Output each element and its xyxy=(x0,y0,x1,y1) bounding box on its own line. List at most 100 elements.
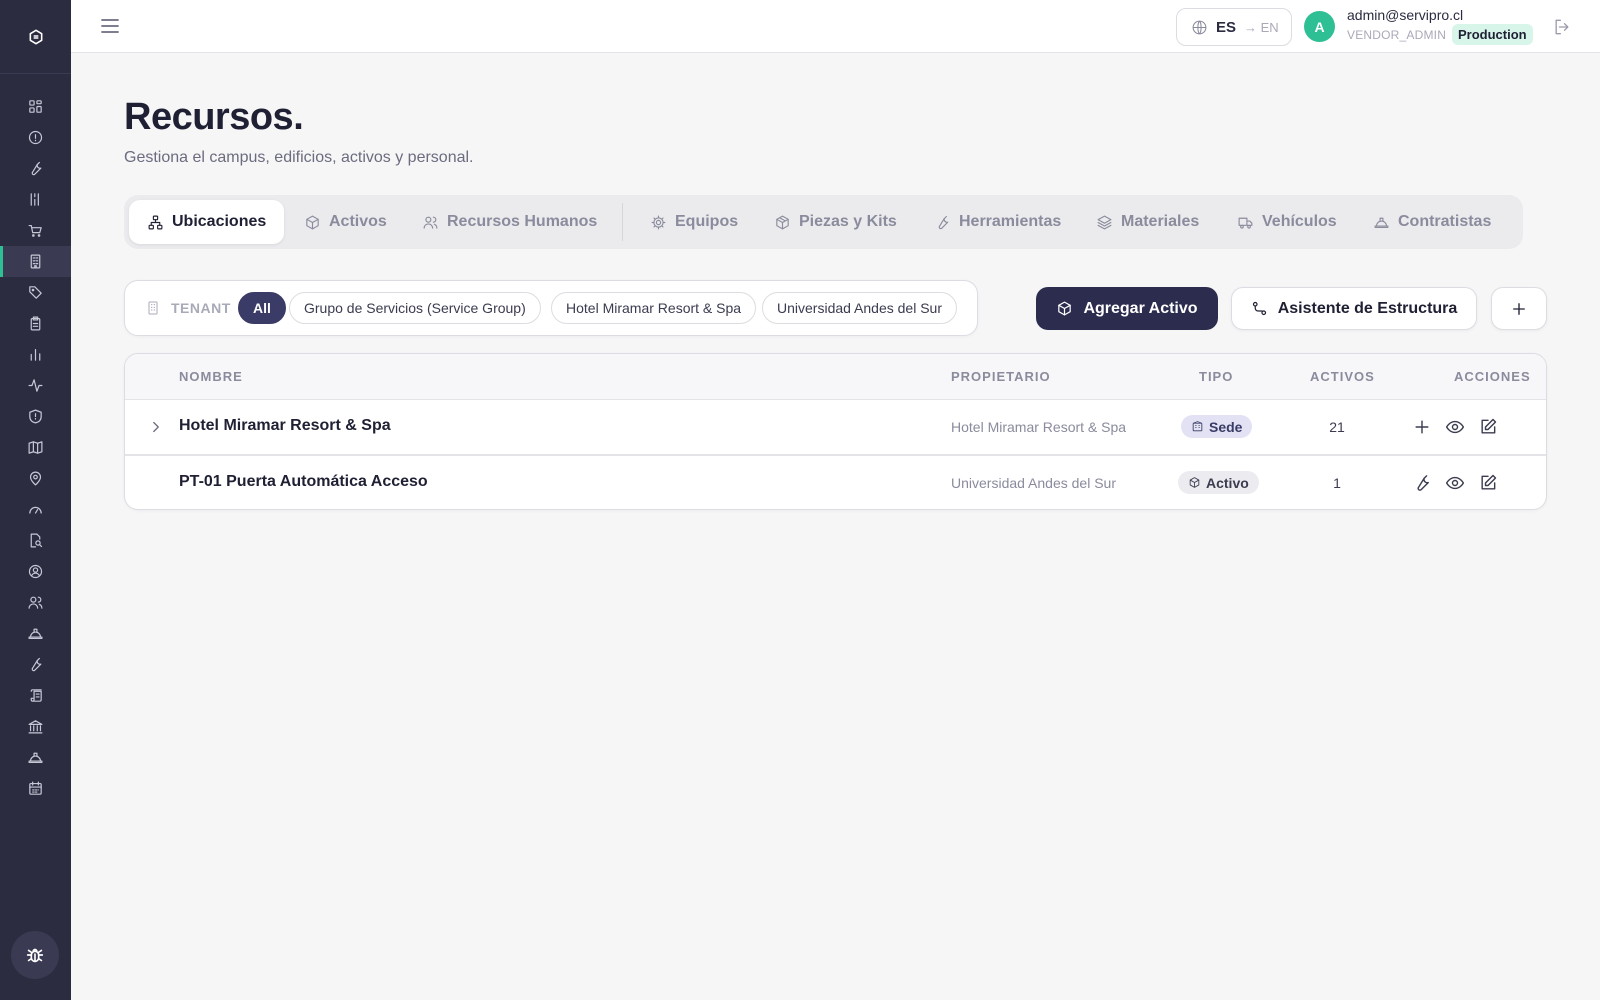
add-button[interactable] xyxy=(1491,287,1547,330)
table-row[interactable]: Hotel Miramar Resort & Spa Hotel Miramar… xyxy=(125,400,1546,455)
sidebar-item-reports[interactable] xyxy=(0,339,71,370)
map-pin-icon xyxy=(29,471,42,486)
column-header-actions: ACCIONES xyxy=(1454,369,1531,384)
add-asset-label: Agregar Activo xyxy=(1083,299,1198,317)
sidebar-item-safety[interactable] xyxy=(0,742,71,773)
cube-icon xyxy=(1058,301,1072,316)
sidebar-item-checklists[interactable] xyxy=(0,308,71,339)
type-badge-label: Activo xyxy=(1206,474,1249,491)
tab-equipos[interactable]: Equipos xyxy=(632,200,756,244)
sidebar-item-profile[interactable] xyxy=(0,556,71,587)
edit-icon xyxy=(1481,474,1497,490)
sidebar-item-maintenance[interactable] xyxy=(0,153,71,184)
structure-wizard-button[interactable]: Asistente de Estructura xyxy=(1231,287,1477,330)
activity-icon xyxy=(28,379,43,392)
edit-button[interactable] xyxy=(1478,473,1498,493)
logo-icon xyxy=(29,29,42,44)
building-icon xyxy=(1192,421,1203,432)
sidebar-item-finance[interactable] xyxy=(0,711,71,742)
app-logo[interactable] xyxy=(0,0,71,74)
tenant-chip-universidad-andes[interactable]: Universidad Andes del Sur xyxy=(762,292,957,324)
column-header-type[interactable]: TIPO xyxy=(1199,369,1233,384)
wrench-icon xyxy=(31,161,42,176)
users-icon xyxy=(423,216,438,229)
bar-chart-icon xyxy=(30,348,41,361)
tab-activos[interactable]: Activos xyxy=(286,200,405,244)
hamburger-icon xyxy=(101,19,119,33)
column-header-assets[interactable]: ACTIVOS xyxy=(1310,369,1375,384)
tab-piezas-y-kits[interactable]: Piezas y Kits xyxy=(756,200,915,244)
tag-icon xyxy=(29,286,42,299)
language-switcher[interactable]: ES → EN xyxy=(1176,8,1292,46)
sidebar-item-map[interactable] xyxy=(0,432,71,463)
tab-label: Recursos Humanos xyxy=(447,213,598,230)
wrench-icon xyxy=(31,657,42,672)
cube-icon xyxy=(1189,477,1200,488)
menu-toggle-button[interactable] xyxy=(99,15,121,37)
shield-icon xyxy=(29,409,42,424)
sidebar-nav xyxy=(0,91,71,804)
view-button[interactable] xyxy=(1445,473,1465,493)
maintenance-button[interactable] xyxy=(1412,473,1432,493)
tenant-chip-all[interactable]: All xyxy=(238,292,286,324)
sidebar-item-purchasing[interactable] xyxy=(0,215,71,246)
calendar-icon xyxy=(29,781,42,795)
eye-icon xyxy=(1445,476,1465,490)
sidebar-item-calendar[interactable] xyxy=(0,773,71,804)
sidebar-item-contractors[interactable] xyxy=(0,618,71,649)
edit-button[interactable] xyxy=(1478,417,1498,437)
topbar: ES → EN A admin@servipro.cl VENDOR_ADMIN… xyxy=(71,0,1600,53)
avatar[interactable]: A xyxy=(1304,11,1335,42)
sidebar-item-contracts[interactable] xyxy=(0,680,71,711)
plus-icon xyxy=(1513,302,1525,315)
tab-herramientas[interactable]: Herramientas xyxy=(916,200,1079,244)
tab-label: Herramientas xyxy=(959,213,1062,230)
hardhat-icon xyxy=(1374,217,1389,228)
building-icon xyxy=(145,300,161,316)
tenant-chip-service-group[interactable]: Grupo de Servicios (Service Group) xyxy=(289,292,541,324)
sidebar-item-audits[interactable] xyxy=(0,525,71,556)
sidebar-item-incidents[interactable] xyxy=(0,122,71,153)
type-badge-label: Sede xyxy=(1209,418,1243,435)
tab-label: Piezas y Kits xyxy=(799,213,897,230)
work-orders-icon xyxy=(30,193,39,206)
building-icon xyxy=(30,254,41,269)
row-name[interactable]: Hotel Miramar Resort & Spa xyxy=(179,417,391,435)
structure-wizard-label: Asistente de Estructura xyxy=(1277,299,1458,317)
cube-icon xyxy=(306,215,319,229)
sidebar-item-users[interactable] xyxy=(0,587,71,618)
cart-icon xyxy=(28,224,42,237)
add-asset-button[interactable]: Agregar Activo xyxy=(1036,287,1218,330)
sidebar-item-activity[interactable] xyxy=(0,370,71,401)
sidebar-item-resources[interactable] xyxy=(0,246,71,277)
user-role: VENDOR_ADMIN xyxy=(1347,28,1447,42)
clipboard-icon xyxy=(30,316,41,331)
tab-recursos-humanos[interactable]: Recursos Humanos xyxy=(404,200,615,244)
tab-vehiculos[interactable]: Vehículos xyxy=(1219,200,1355,244)
expand-row-button[interactable] xyxy=(147,418,165,436)
tab-contratistas[interactable]: Contratistas xyxy=(1355,200,1509,244)
tab-materiales[interactable]: Materiales xyxy=(1078,200,1217,244)
sidebar-item-locations[interactable] xyxy=(0,463,71,494)
column-header-name[interactable]: NOMBRE xyxy=(179,369,243,384)
row-owner: Universidad Andes del Sur xyxy=(951,475,1116,491)
add-child-button[interactable] xyxy=(1412,417,1432,437)
table-row[interactable]: PT-01 Puerta Automática Acceso Universid… xyxy=(125,455,1546,509)
sidebar-item-meters[interactable] xyxy=(0,494,71,525)
tenant-chip-hotel-miramar[interactable]: Hotel Miramar Resort & Spa xyxy=(551,292,757,324)
sidebar-item-security[interactable] xyxy=(0,401,71,432)
tenant-filter: TENANT All Grupo de Servicios (Service G… xyxy=(124,280,978,336)
bug-report-button[interactable] xyxy=(11,931,59,979)
sidebar-item-dashboard[interactable] xyxy=(0,91,71,122)
sitemap-icon xyxy=(148,215,163,229)
view-button[interactable] xyxy=(1445,417,1465,437)
sidebar-item-tools[interactable] xyxy=(0,649,71,680)
tab-ubicaciones[interactable]: Ubicaciones xyxy=(129,200,285,244)
row-name[interactable]: PT-01 Puerta Automática Acceso xyxy=(179,473,428,491)
tab-label: Equipos xyxy=(675,213,739,230)
sidebar-item-tags[interactable] xyxy=(0,277,71,308)
logout-button[interactable] xyxy=(1552,17,1572,37)
tab-label: Activos xyxy=(329,213,387,230)
column-header-owner[interactable]: PROPIETARIO xyxy=(951,369,1051,384)
sidebar-item-work-orders[interactable] xyxy=(0,184,71,215)
